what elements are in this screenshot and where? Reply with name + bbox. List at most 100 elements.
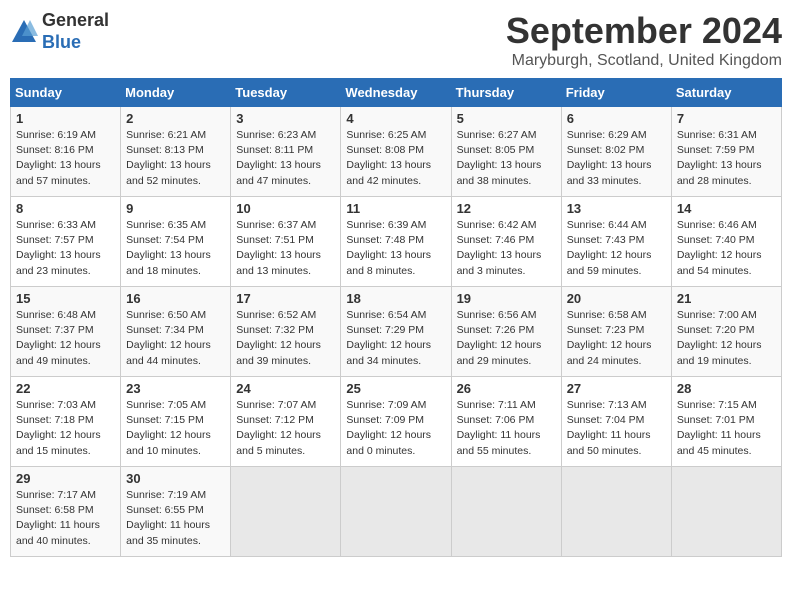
logo-icon bbox=[10, 18, 38, 46]
calendar-cell bbox=[561, 467, 671, 557]
calendar-cell: 5 Sunrise: 6:27 AM Sunset: 8:05 PM Daylig… bbox=[451, 107, 561, 197]
day-info: Sunrise: 6:21 AM Sunset: 8:13 PM Dayligh… bbox=[126, 128, 225, 189]
calendar-cell: 30 Sunrise: 7:19 AM Sunset: 6:55 PM Dayli… bbox=[121, 467, 231, 557]
calendar-cell: 2 Sunrise: 6:21 AM Sunset: 8:13 PM Daylig… bbox=[121, 107, 231, 197]
day-number: 15 bbox=[16, 291, 115, 306]
col-header-sunday: Sunday bbox=[11, 79, 121, 107]
calendar-cell: 6 Sunrise: 6:29 AM Sunset: 8:02 PM Daylig… bbox=[561, 107, 671, 197]
day-number: 17 bbox=[236, 291, 335, 306]
calendar-cell: 14 Sunrise: 6:46 AM Sunset: 7:40 PM Dayli… bbox=[671, 197, 781, 287]
calendar-cell bbox=[231, 467, 341, 557]
day-number: 11 bbox=[346, 201, 445, 216]
day-info: Sunrise: 6:44 AM Sunset: 7:43 PM Dayligh… bbox=[567, 218, 666, 279]
calendar-cell bbox=[341, 467, 451, 557]
day-info: Sunrise: 6:50 AM Sunset: 7:34 PM Dayligh… bbox=[126, 308, 225, 369]
calendar-cell bbox=[671, 467, 781, 557]
calendar-cell: 25 Sunrise: 7:09 AM Sunset: 7:09 PM Dayli… bbox=[341, 377, 451, 467]
calendar-header-row: SundayMondayTuesdayWednesdayThursdayFrid… bbox=[11, 79, 782, 107]
day-number: 25 bbox=[346, 381, 445, 396]
day-number: 12 bbox=[457, 201, 556, 216]
calendar-row-1: 8 Sunrise: 6:33 AM Sunset: 7:57 PM Daylig… bbox=[11, 197, 782, 287]
day-number: 28 bbox=[677, 381, 776, 396]
col-header-saturday: Saturday bbox=[671, 79, 781, 107]
calendar-cell: 10 Sunrise: 6:37 AM Sunset: 7:51 PM Dayli… bbox=[231, 197, 341, 287]
day-number: 5 bbox=[457, 111, 556, 126]
day-number: 9 bbox=[126, 201, 225, 216]
logo-general-text: General bbox=[42, 10, 109, 30]
calendar-cell: 16 Sunrise: 6:50 AM Sunset: 7:34 PM Dayli… bbox=[121, 287, 231, 377]
day-info: Sunrise: 7:19 AM Sunset: 6:55 PM Dayligh… bbox=[126, 488, 225, 549]
calendar-row-3: 22Sunrise: 7:03 AM Sunset: 7:18 PM Dayli… bbox=[11, 377, 782, 467]
day-info: Sunrise: 7:00 AM Sunset: 7:20 PM Dayligh… bbox=[677, 308, 776, 369]
col-header-tuesday: Tuesday bbox=[231, 79, 341, 107]
title-block: September 2024 Maryburgh, Scotland, Unit… bbox=[506, 10, 782, 70]
day-number: 8 bbox=[16, 201, 115, 216]
calendar-cell: 19 Sunrise: 6:56 AM Sunset: 7:26 PM Dayli… bbox=[451, 287, 561, 377]
day-number: 18 bbox=[346, 291, 445, 306]
day-info: Sunrise: 6:42 AM Sunset: 7:46 PM Dayligh… bbox=[457, 218, 556, 279]
calendar-cell: 1 Sunrise: 6:19 AM Sunset: 8:16 PM Daylig… bbox=[11, 107, 121, 197]
day-info: Sunrise: 7:13 AM Sunset: 7:04 PM Dayligh… bbox=[567, 398, 666, 459]
calendar-cell: 28 Sunrise: 7:15 AM Sunset: 7:01 PM Dayli… bbox=[671, 377, 781, 467]
logo: General Blue bbox=[10, 10, 109, 53]
calendar-cell: 8 Sunrise: 6:33 AM Sunset: 7:57 PM Daylig… bbox=[11, 197, 121, 287]
day-number: 2 bbox=[126, 111, 225, 126]
day-info: Sunrise: 6:54 AM Sunset: 7:29 PM Dayligh… bbox=[346, 308, 445, 369]
day-info: Sunrise: 6:35 AM Sunset: 7:54 PM Dayligh… bbox=[126, 218, 225, 279]
day-number: 6 bbox=[567, 111, 666, 126]
calendar-cell: 18 Sunrise: 6:54 AM Sunset: 7:29 PM Dayli… bbox=[341, 287, 451, 377]
day-info: Sunrise: 7:05 AM Sunset: 7:15 PM Dayligh… bbox=[126, 398, 225, 459]
day-info: Sunrise: 6:19 AM Sunset: 8:16 PM Dayligh… bbox=[16, 128, 115, 189]
day-info: Sunrise: 6:25 AM Sunset: 8:08 PM Dayligh… bbox=[346, 128, 445, 189]
calendar-cell: 29 Sunrise: 7:17 AM Sunset: 6:58 PM Dayli… bbox=[11, 467, 121, 557]
day-info: Sunrise: 6:31 AM Sunset: 7:59 PM Dayligh… bbox=[677, 128, 776, 189]
day-number: 14 bbox=[677, 201, 776, 216]
calendar-cell: 9 Sunrise: 6:35 AM Sunset: 7:54 PM Daylig… bbox=[121, 197, 231, 287]
calendar-cell: 23 Sunrise: 7:05 AM Sunset: 7:15 PM Dayli… bbox=[121, 377, 231, 467]
day-info: Sunrise: 7:07 AM Sunset: 7:12 PM Dayligh… bbox=[236, 398, 335, 459]
day-info: Sunrise: 7:09 AM Sunset: 7:09 PM Dayligh… bbox=[346, 398, 445, 459]
day-info: Sunrise: 6:58 AM Sunset: 7:23 PM Dayligh… bbox=[567, 308, 666, 369]
month-title: September 2024 bbox=[506, 10, 782, 52]
calendar-cell: 13 Sunrise: 6:44 AM Sunset: 7:43 PM Dayli… bbox=[561, 197, 671, 287]
day-number: 24 bbox=[236, 381, 335, 396]
calendar-cell: 26Sunrise: 7:11 AM Sunset: 7:06 PM Dayli… bbox=[451, 377, 561, 467]
day-info: Sunrise: 7:15 AM Sunset: 7:01 PM Dayligh… bbox=[677, 398, 776, 459]
day-number: 4 bbox=[346, 111, 445, 126]
day-info: Sunrise: 6:52 AM Sunset: 7:32 PM Dayligh… bbox=[236, 308, 335, 369]
day-info: Sunrise: 6:56 AM Sunset: 7:26 PM Dayligh… bbox=[457, 308, 556, 369]
calendar-cell: 17 Sunrise: 6:52 AM Sunset: 7:32 PM Dayli… bbox=[231, 287, 341, 377]
day-number: 29 bbox=[16, 471, 115, 486]
day-number: 23 bbox=[126, 381, 225, 396]
col-header-friday: Friday bbox=[561, 79, 671, 107]
calendar-cell: 15Sunrise: 6:48 AM Sunset: 7:37 PM Dayli… bbox=[11, 287, 121, 377]
calendar-cell: 4 Sunrise: 6:25 AM Sunset: 8:08 PM Daylig… bbox=[341, 107, 451, 197]
calendar-row-0: 1 Sunrise: 6:19 AM Sunset: 8:16 PM Daylig… bbox=[11, 107, 782, 197]
day-number: 30 bbox=[126, 471, 225, 486]
calendar-row-4: 29 Sunrise: 7:17 AM Sunset: 6:58 PM Dayli… bbox=[11, 467, 782, 557]
calendar-cell: 20Sunrise: 6:58 AM Sunset: 7:23 PM Dayli… bbox=[561, 287, 671, 377]
day-number: 21 bbox=[677, 291, 776, 306]
day-info: Sunrise: 6:29 AM Sunset: 8:02 PM Dayligh… bbox=[567, 128, 666, 189]
day-info: Sunrise: 6:46 AM Sunset: 7:40 PM Dayligh… bbox=[677, 218, 776, 279]
day-number: 16 bbox=[126, 291, 225, 306]
day-info: Sunrise: 7:17 AM Sunset: 6:58 PM Dayligh… bbox=[16, 488, 115, 549]
calendar-cell: 24 Sunrise: 7:07 AM Sunset: 7:12 PM Dayli… bbox=[231, 377, 341, 467]
day-number: 1 bbox=[16, 111, 115, 126]
day-info: Sunrise: 7:11 AM Sunset: 7:06 PM Dayligh… bbox=[457, 398, 556, 459]
day-number: 27 bbox=[567, 381, 666, 396]
day-number: 10 bbox=[236, 201, 335, 216]
day-number: 19 bbox=[457, 291, 556, 306]
col-header-monday: Monday bbox=[121, 79, 231, 107]
day-number: 22 bbox=[16, 381, 115, 396]
day-info: Sunrise: 6:37 AM Sunset: 7:51 PM Dayligh… bbox=[236, 218, 335, 279]
day-info: Sunrise: 6:39 AM Sunset: 7:48 PM Dayligh… bbox=[346, 218, 445, 279]
calendar-cell: 3Sunrise: 6:23 AM Sunset: 8:11 PM Daylig… bbox=[231, 107, 341, 197]
day-number: 13 bbox=[567, 201, 666, 216]
col-header-thursday: Thursday bbox=[451, 79, 561, 107]
day-info: Sunrise: 6:33 AM Sunset: 7:57 PM Dayligh… bbox=[16, 218, 115, 279]
day-info: Sunrise: 6:27 AM Sunset: 8:05 PM Dayligh… bbox=[457, 128, 556, 189]
day-number: 3 bbox=[236, 111, 335, 126]
calendar-cell: 7Sunrise: 6:31 AM Sunset: 7:59 PM Daylig… bbox=[671, 107, 781, 197]
page-header: General Blue September 2024 Maryburgh, S… bbox=[10, 10, 782, 70]
